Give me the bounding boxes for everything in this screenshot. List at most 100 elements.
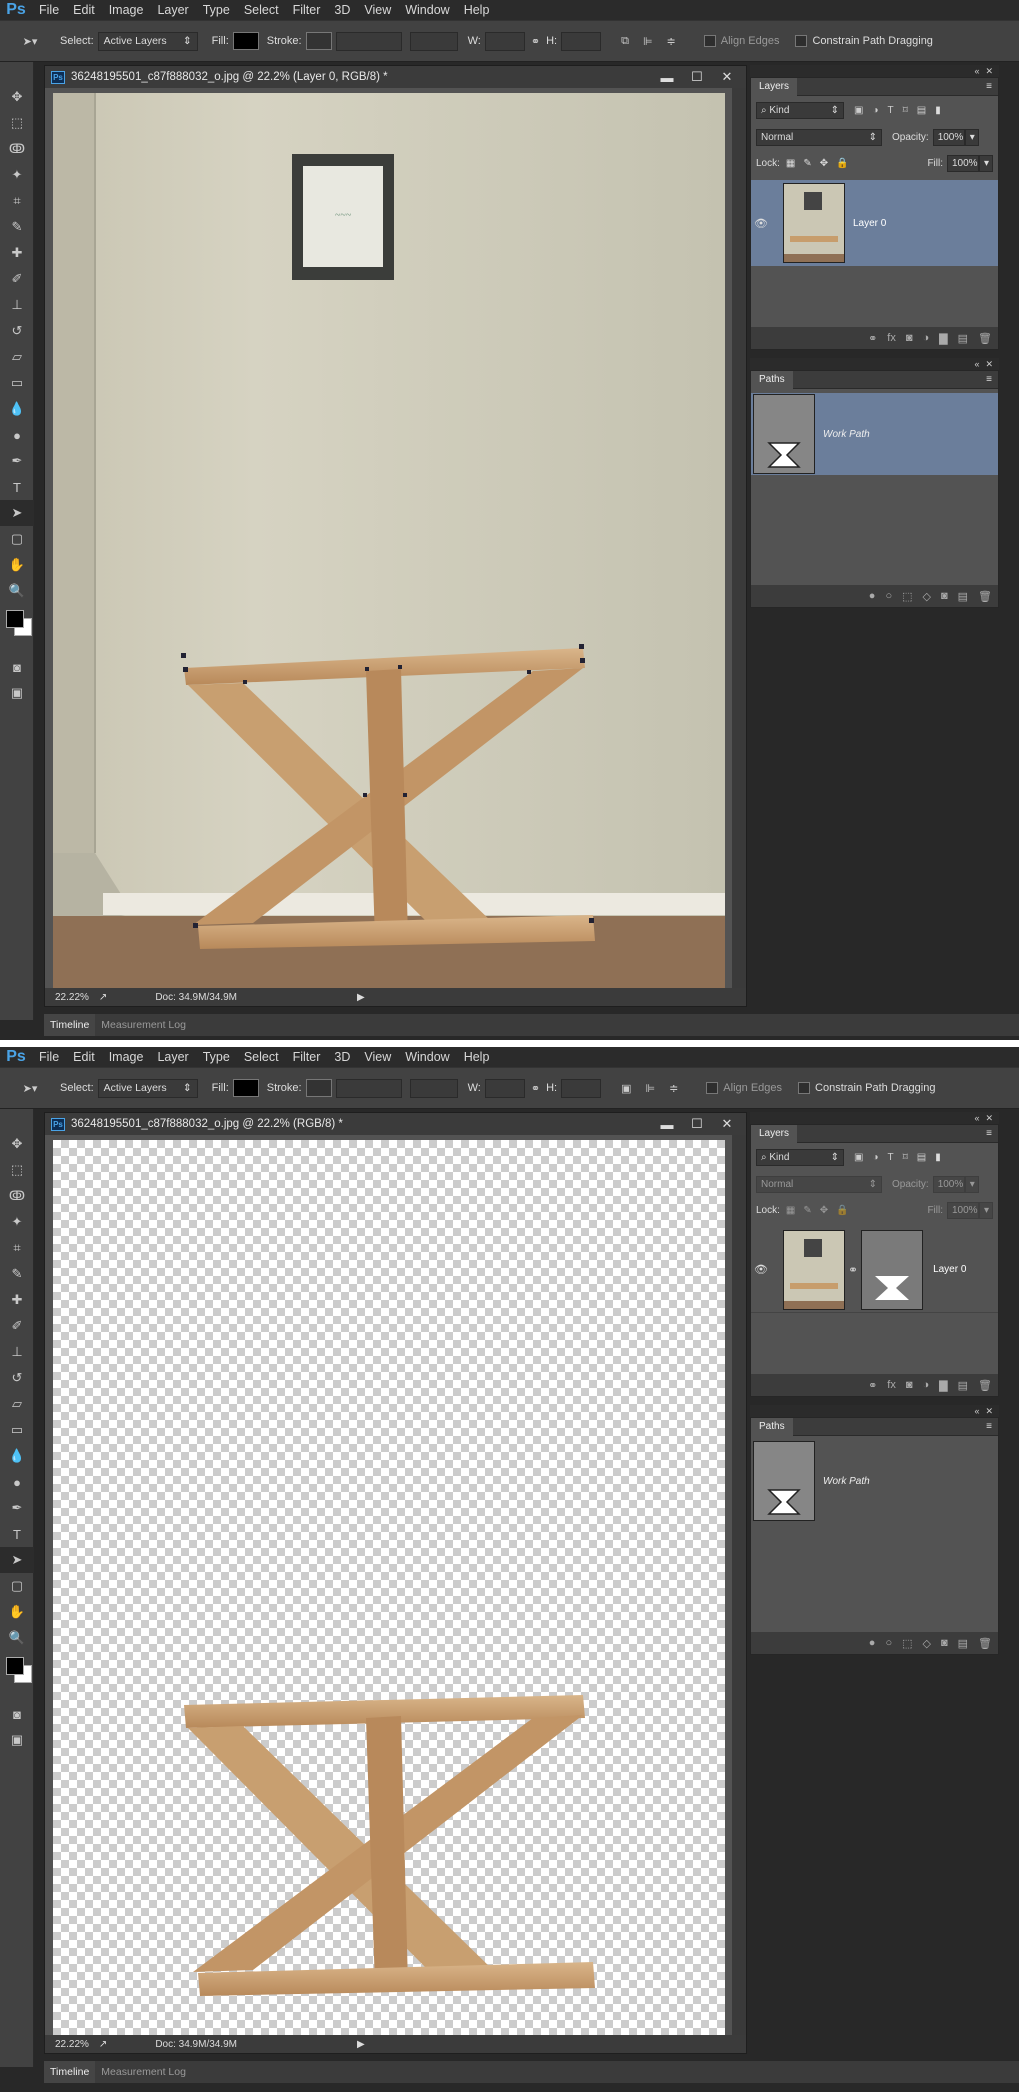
add-mask-icon[interactable]: ◙ xyxy=(941,590,948,602)
quick-mask-button[interactable]: ◙ xyxy=(0,654,34,680)
load-selection-icon[interactable]: ⬚ xyxy=(902,1637,912,1650)
pen-tool[interactable]: ✒ xyxy=(0,448,34,474)
blur-tool[interactable]: 💧 xyxy=(0,1443,34,1469)
tab-timeline[interactable]: Timeline xyxy=(44,2061,96,2083)
path-name[interactable]: Work Path xyxy=(823,429,870,440)
marquee-tool[interactable]: ⬚ xyxy=(0,110,34,136)
layer-name[interactable]: Layer 0 xyxy=(933,1264,966,1275)
link-layers-icon[interactable]: ⚭ xyxy=(868,332,877,345)
gradient-tool[interactable]: ▭ xyxy=(0,1417,34,1443)
hand-tool[interactable]: ✋ xyxy=(0,552,34,578)
color-swatches[interactable] xyxy=(0,1651,33,1701)
path-alignment-icon[interactable]: ⊫ xyxy=(645,1082,655,1095)
path-row-work-path[interactable]: Work Path xyxy=(751,1440,998,1522)
path-name[interactable]: Work Path xyxy=(823,1476,870,1487)
menu-type[interactable]: Type xyxy=(196,1047,237,1067)
zoom-level[interactable]: 22.22% xyxy=(55,992,89,1003)
share-icon[interactable]: ↗ xyxy=(99,992,107,1003)
add-mask-icon[interactable]: ◙ xyxy=(906,1379,913,1391)
stroke-type-dropdown[interactable] xyxy=(409,31,458,51)
menu-file[interactable]: File xyxy=(32,0,66,20)
stroke-type-dropdown[interactable] xyxy=(409,1078,458,1098)
eyedropper-tool[interactable]: ✎ xyxy=(0,214,34,240)
new-layer-icon[interactable]: ▤ xyxy=(958,332,968,345)
path-arrangement-icon[interactable]: ≑ xyxy=(669,1082,678,1095)
maximize-icon[interactable]: ☐ xyxy=(682,1115,712,1133)
link-icon[interactable]: ⚭ xyxy=(531,1082,540,1095)
fill-path-icon[interactable]: ● xyxy=(869,1637,876,1649)
maximize-icon[interactable]: ☐ xyxy=(682,68,712,86)
menu-view[interactable]: View xyxy=(357,0,398,20)
magic-wand-tool[interactable]: ✦ xyxy=(0,162,34,188)
healing-brush-tool[interactable]: ✚ xyxy=(0,240,34,266)
panel-menu-icon[interactable]: ≡ xyxy=(986,1128,992,1139)
link-layers-icon[interactable]: ⚭ xyxy=(868,1379,877,1392)
magic-wand-tool[interactable]: ✦ xyxy=(0,1209,34,1235)
select-dropdown[interactable]: Active Layers ⇕ xyxy=(97,1078,198,1098)
select-dropdown[interactable]: Active Layers ⇕ xyxy=(97,31,198,51)
blur-tool[interactable]: 💧 xyxy=(0,396,34,422)
menu-window[interactable]: Window xyxy=(398,1047,456,1067)
quick-mask-button[interactable]: ◙ xyxy=(0,1701,34,1727)
crop-tool[interactable]: ⌗ xyxy=(0,188,34,214)
opacity-dropdown-icon[interactable]: ▾ xyxy=(964,128,979,146)
height-input[interactable] xyxy=(561,1078,602,1098)
tab-measurement-log[interactable]: Measurement Log xyxy=(95,2061,192,2083)
opacity-input[interactable]: 100% xyxy=(932,1175,965,1193)
height-input[interactable] xyxy=(561,31,602,51)
delete-layer-icon[interactable]: 🗑 xyxy=(978,332,992,345)
menu-filter[interactable]: Filter xyxy=(286,0,328,20)
fill-input[interactable]: 100% xyxy=(947,1201,979,1219)
panel-menu-icon[interactable]: ≡ xyxy=(986,81,992,92)
clone-stamp-tool[interactable]: ⊥ xyxy=(0,292,34,318)
load-selection-icon[interactable]: ⬚ xyxy=(902,590,912,603)
layer-row-layer0[interactable]: 👁 Layer 0 xyxy=(751,180,998,266)
menu-layer[interactable]: Layer xyxy=(150,0,195,20)
blend-mode-dropdown[interactable]: Normal ⇕ xyxy=(756,1175,882,1193)
panel-collapse-bar[interactable]: «✕ xyxy=(750,65,999,77)
rectangle-tool[interactable]: ▢ xyxy=(0,526,34,552)
zoom-tool[interactable]: 🔍 xyxy=(0,578,34,604)
zoom-level[interactable]: 22.22% xyxy=(55,2039,89,2050)
delete-path-icon[interactable]: 🗑 xyxy=(978,1637,992,1650)
menu-image[interactable]: Image xyxy=(102,1047,151,1067)
fx-icon[interactable]: fx xyxy=(887,332,896,344)
screen-mode-button[interactable]: ▣ xyxy=(0,680,34,706)
adjustment-layer-icon[interactable]: ◑ xyxy=(923,332,930,344)
fx-icon[interactable]: fx xyxy=(887,1379,896,1391)
crop-tool[interactable]: ⌗ xyxy=(0,1235,34,1261)
eraser-tool[interactable]: ▱ xyxy=(0,344,34,370)
filter-toggle-icon[interactable]: ▮ xyxy=(935,105,941,116)
move-tool[interactable]: ✥ xyxy=(0,84,34,110)
menu-type[interactable]: Type xyxy=(196,0,237,20)
new-group-icon[interactable]: ▇ xyxy=(939,332,947,345)
clone-stamp-tool[interactable]: ⊥ xyxy=(0,1339,34,1365)
menu-help[interactable]: Help xyxy=(457,0,497,20)
stroke-swatch[interactable] xyxy=(305,32,332,50)
align-edges-checkbox[interactable] xyxy=(706,1082,719,1094)
eyedropper-tool[interactable]: ✎ xyxy=(0,1261,34,1287)
pen-tool[interactable]: ✒ xyxy=(0,1495,34,1521)
menu-3d[interactable]: 3D xyxy=(327,0,357,20)
brush-tool[interactable]: ✐ xyxy=(0,1313,34,1339)
path-row-work-path[interactable]: Work Path xyxy=(751,393,998,475)
filter-toggle-icon[interactable]: ▮ xyxy=(935,1152,941,1163)
visibility-eye-icon[interactable]: 👁 xyxy=(751,1263,771,1276)
make-work-path-icon[interactable]: ◇ xyxy=(923,1637,931,1650)
lasso-tool[interactable]: ↂ xyxy=(0,136,34,162)
width-input[interactable] xyxy=(484,1078,525,1098)
mask-thumbnail[interactable] xyxy=(861,1229,924,1310)
delete-path-icon[interactable]: 🗑 xyxy=(978,590,992,603)
stroke-path-icon[interactable]: ○ xyxy=(885,1637,892,1649)
status-menu-icon[interactable]: ▶ xyxy=(357,992,365,1003)
path-selection-tool[interactable]: ➤ xyxy=(0,1547,34,1573)
tab-layers[interactable]: Layers xyxy=(751,77,798,96)
menu-help[interactable]: Help xyxy=(457,1047,497,1067)
menu-image[interactable]: Image xyxy=(102,0,151,20)
panel-collapse-bar-2[interactable]: «✕ xyxy=(750,358,999,370)
new-path-icon[interactable]: ▤ xyxy=(958,1637,968,1650)
menu-edit[interactable]: Edit xyxy=(66,1047,102,1067)
history-brush-tool[interactable]: ↺ xyxy=(0,1365,34,1391)
tab-layers[interactable]: Layers xyxy=(751,1124,798,1143)
new-layer-icon[interactable]: ▤ xyxy=(958,1379,968,1392)
